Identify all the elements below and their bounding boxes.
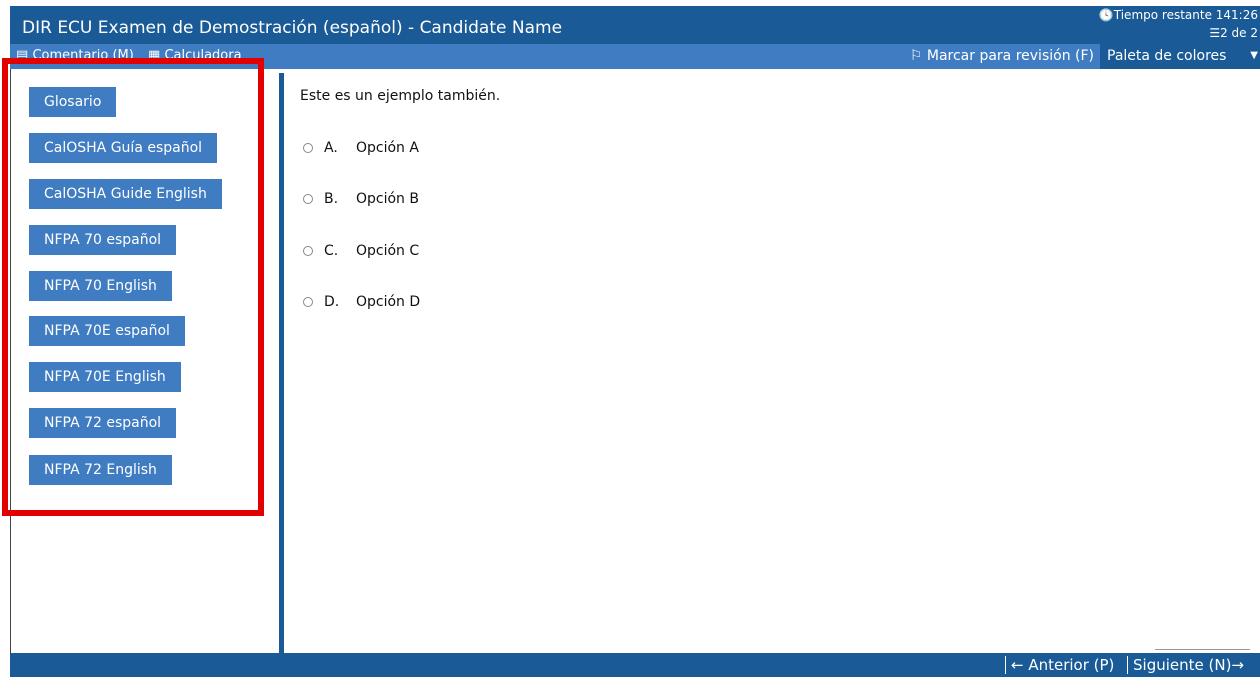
option-b[interactable]: B. Opción B bbox=[303, 191, 419, 207]
radio-icon bbox=[303, 246, 313, 256]
calosha-english-button[interactable]: CalOSHA Guide English bbox=[29, 179, 222, 209]
footer-nav: ← Anterior (P) Siguiente (N)→ bbox=[10, 649, 1260, 677]
nfpa72-spanish-button[interactable]: NFPA 72 español bbox=[29, 408, 177, 438]
panel-divider bbox=[279, 73, 284, 653]
radio-icon bbox=[303, 143, 313, 153]
list-icon: ☰ bbox=[1209, 26, 1221, 40]
nfpa70-spanish-button[interactable]: NFPA 70 español bbox=[29, 225, 177, 255]
separator bbox=[1127, 656, 1128, 674]
nfpa70e-english-button[interactable]: NFPA 70E English bbox=[29, 362, 181, 392]
question-text: Este es un ejemplo también. bbox=[300, 88, 501, 104]
radio-icon bbox=[303, 297, 313, 307]
time-remaining: 🕓Tiempo restante 141:26 bbox=[1098, 8, 1258, 22]
next-button[interactable]: Siguiente (N)→ bbox=[1133, 656, 1244, 674]
mark-for-review-button[interactable]: ⚐ Marcar para revisión (F) bbox=[910, 48, 1094, 64]
footer-rule bbox=[1155, 649, 1250, 650]
clock-icon: 🕓 bbox=[1098, 8, 1114, 22]
glossary-button[interactable]: Glosario bbox=[29, 87, 117, 117]
nfpa70e-spanish-button[interactable]: NFPA 70E español bbox=[29, 316, 185, 346]
color-palette-select[interactable]: Paleta de colores ▼ bbox=[1100, 44, 1260, 69]
nfpa70-english-button[interactable]: NFPA 70 English bbox=[29, 271, 172, 301]
dropdown-arrow-icon: ▼ bbox=[1250, 50, 1258, 61]
nfpa72-english-button[interactable]: NFPA 72 English bbox=[29, 455, 172, 485]
option-a[interactable]: A. Opción A bbox=[303, 140, 419, 156]
window-title: DIR ECU Examen de Demostración (español)… bbox=[22, 18, 563, 38]
calosha-spanish-button[interactable]: CalOSHA Guía español bbox=[29, 133, 218, 163]
separator bbox=[1005, 656, 1006, 674]
option-d[interactable]: D. Opción D bbox=[303, 294, 420, 310]
radio-icon bbox=[303, 194, 313, 204]
question-progress: ☰2 de 2 bbox=[1209, 26, 1258, 40]
title-bar: DIR ECU Examen de Demostración (español)… bbox=[10, 6, 1260, 44]
option-c[interactable]: C. Opción C bbox=[303, 243, 419, 259]
previous-button[interactable]: ← Anterior (P) bbox=[1011, 656, 1114, 674]
flag-icon: ⚐ bbox=[909, 48, 923, 64]
